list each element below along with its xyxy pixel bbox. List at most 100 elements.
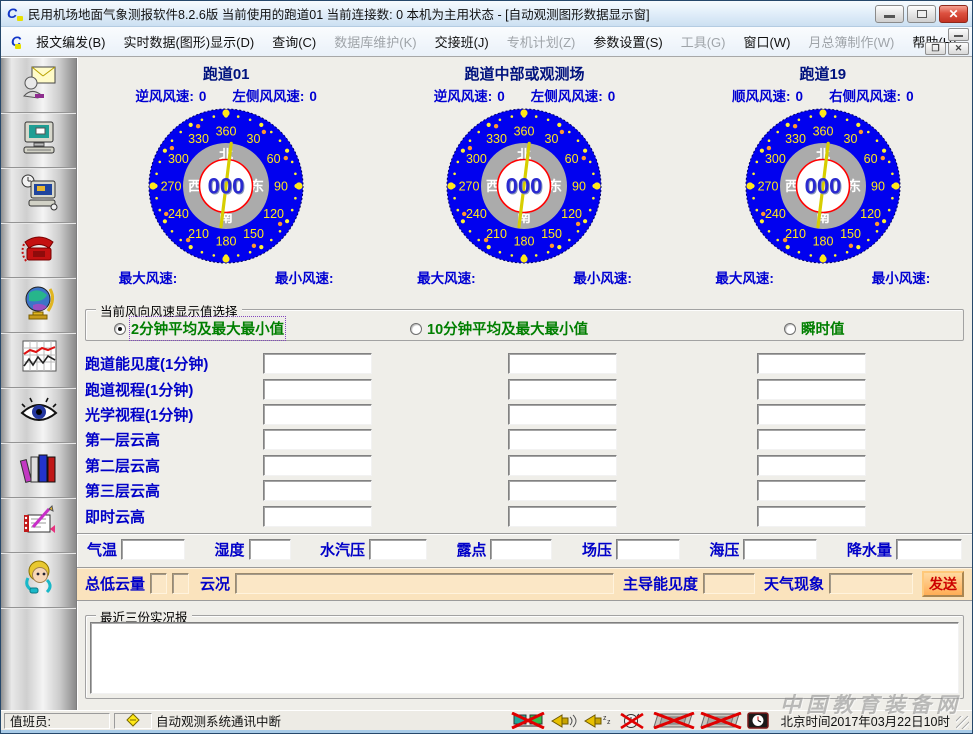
menu-item-8[interactable]: 窗口(W): [734, 29, 799, 54]
form-input-r3-c1[interactable]: [508, 429, 617, 450]
sky-condition-input[interactable]: [235, 573, 614, 594]
sky-condition-label: 云况: [200, 573, 230, 594]
beijing-time: 北京时间2017年03月22日10时: [780, 711, 950, 730]
radio-label: 2分钟平均及最大最小值: [131, 318, 284, 339]
form-input-r1-c1[interactable]: [508, 379, 617, 400]
svg-text:270: 270: [459, 179, 480, 193]
met-input-2[interactable]: [369, 539, 427, 560]
wind1-value: 0: [199, 89, 207, 104]
wind1-value: 0: [497, 89, 505, 104]
toolbar-button-globe[interactable]: [1, 279, 76, 334]
svg-text:180: 180: [216, 234, 237, 248]
met-input-5[interactable]: [743, 539, 817, 560]
met-pair-3: 露点: [456, 539, 552, 560]
form-input-r2-c0[interactable]: [263, 404, 372, 425]
wind-speed-labels: 逆风风速:0左侧风风速:0: [135, 85, 317, 105]
form-input-r2-c2[interactable]: [757, 404, 866, 425]
svg-text:120: 120: [860, 207, 881, 221]
mdi-minimize-button[interactable]: [948, 28, 969, 41]
form-row-4: 第二层云高: [77, 453, 972, 478]
titlebar[interactable]: C 民用机场地面气象测报软件8.2.6版 当前使用的跑道01 当前连接数: 0 …: [1, 1, 972, 27]
restore-button[interactable]: [907, 5, 936, 23]
form-input-r4-c2[interactable]: [757, 455, 866, 476]
display-option-0[interactable]: 2分钟平均及最大最小值: [114, 318, 284, 339]
form-row-label: 光学视程(1分钟): [85, 404, 263, 425]
close-button[interactable]: ✕: [939, 5, 968, 23]
form-input-r4-c0[interactable]: [263, 455, 372, 476]
met-label: 露点: [456, 539, 486, 560]
form-input-r1-c0[interactable]: [263, 379, 372, 400]
form-input-r0-c0[interactable]: [263, 353, 372, 374]
toolbar-button-view[interactable]: [1, 389, 76, 444]
wind-speed-labels: 顺风风速:0右侧风风速:0: [732, 85, 914, 105]
form-row-3: 第一层云高: [77, 427, 972, 452]
send-button[interactable]: 发送: [922, 571, 964, 597]
form-input-r5-c1[interactable]: [508, 480, 617, 501]
menubar: C 报文编发(B)实时数据(图形)显示(D)查询(C)数据库维护(K)交接班(J…: [1, 27, 972, 57]
radio-label: 10分钟平均及最大最小值: [427, 318, 588, 339]
toolbar-button-realtime-display[interactable]: [1, 114, 76, 169]
form-input-r4-c1[interactable]: [508, 455, 617, 476]
menu-item-4[interactable]: 交接班(J): [426, 29, 498, 54]
menu-item-3: 数据库维护(K): [325, 29, 425, 54]
met-input-3[interactable]: [490, 539, 552, 560]
form-input-r5-c2[interactable]: [757, 480, 866, 501]
form-input-r6-c0[interactable]: [263, 506, 372, 527]
dominant-visibility-input[interactable]: [703, 573, 755, 594]
form-input-r0-c2[interactable]: [757, 353, 866, 374]
toolbar-button-duty-operator[interactable]: [1, 554, 76, 609]
met-input-6[interactable]: [896, 539, 962, 560]
form-input-r3-c0[interactable]: [263, 429, 372, 450]
display-option-2[interactable]: 瞬时值: [784, 318, 845, 339]
weather-phenomena-input[interactable]: [829, 573, 913, 594]
toolbar-button-edit-report[interactable]: [1, 499, 76, 554]
minimize-button[interactable]: [875, 5, 904, 23]
wind-dials-row: 跑道01逆风风速:0左侧风风速:036030609012015018021024…: [77, 63, 972, 287]
mdi-close-button[interactable]: ✕: [948, 42, 969, 55]
clock-icon: [746, 712, 770, 729]
display-option-1[interactable]: 10分钟平均及最大最小值: [410, 318, 588, 339]
radio-icon[interactable]: [114, 323, 126, 335]
met-fields-row: 气温湿度水汽压露点场压海压降水量: [77, 533, 972, 565]
toolbar-button-compose-message[interactable]: [1, 59, 76, 114]
alarm-disabled-icon: [617, 712, 649, 729]
query-display-icon: [19, 173, 59, 218]
menu-item-6[interactable]: 参数设置(S): [584, 29, 671, 54]
form-input-r2-c1[interactable]: [508, 404, 617, 425]
toolbar-button-phone[interactable]: [1, 224, 76, 279]
form-input-r1-c2[interactable]: [757, 379, 866, 400]
form-row-label: 第一层云高: [85, 429, 263, 450]
met-input-0[interactable]: [121, 539, 185, 560]
toolbar-button-records[interactable]: [1, 444, 76, 499]
observation-display-window: 跑道01逆风风速:0左侧风风速:036030609012015018021024…: [77, 57, 972, 710]
met-label: 场压: [582, 539, 612, 560]
resize-grip[interactable]: [956, 716, 969, 729]
menu-item-2[interactable]: 查询(C): [263, 29, 325, 54]
toolbar-button-trend-chart[interactable]: [1, 334, 76, 389]
visibility-cloud-form: 跑道能见度(1分钟)跑道视程(1分钟)光学视程(1分钟)第一层云高第二层云高第三…: [77, 351, 972, 529]
network-error-icon: [510, 712, 546, 729]
recent-reports-textarea[interactable]: [90, 622, 959, 694]
max-min-wind-labels: 最大风速:最小风速:: [417, 267, 632, 287]
max-wind-label: 最大风速:: [715, 267, 774, 287]
form-input-r5-c0[interactable]: [263, 480, 372, 501]
met-input-4[interactable]: [616, 539, 680, 560]
radio-icon[interactable]: [784, 323, 796, 335]
mdi-restore-button[interactable]: ❐: [925, 42, 946, 55]
menu-item-1[interactable]: 实时数据(图形)显示(D): [114, 29, 263, 54]
form-input-r0-c1[interactable]: [508, 353, 617, 374]
realtime-display-icon: [19, 118, 59, 163]
total-cloud-input-2[interactable]: [172, 573, 189, 594]
svg-text:180: 180: [812, 234, 833, 248]
content-area: 跑道01逆风风速:0左侧风风速:036030609012015018021024…: [1, 57, 972, 710]
recent-reports-group: 最近三份实况报: [85, 615, 964, 699]
form-input-r3-c2[interactable]: [757, 429, 866, 450]
toolbar-button-query-display[interactable]: [1, 169, 76, 224]
total-cloud-input-1[interactable]: [150, 573, 167, 594]
radio-icon[interactable]: [410, 323, 422, 335]
menu-item-0[interactable]: 报文编发(B): [27, 29, 114, 54]
form-input-r6-c1[interactable]: [508, 506, 617, 527]
svg-text:60: 60: [863, 152, 877, 166]
met-input-1[interactable]: [249, 539, 291, 560]
form-input-r6-c2[interactable]: [757, 506, 866, 527]
